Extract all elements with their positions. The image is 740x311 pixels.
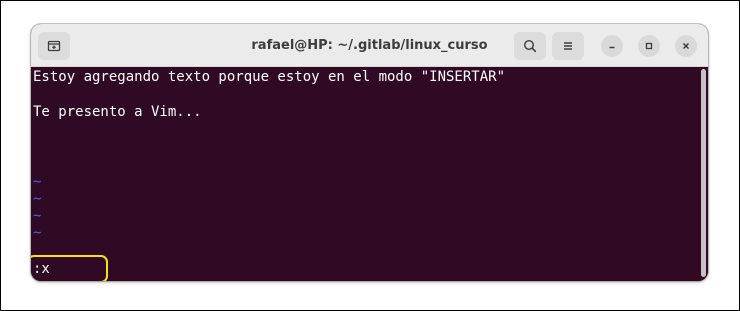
minimize-button[interactable]: [601, 35, 623, 57]
command-line[interactable]: :x: [33, 261, 50, 278]
search-button[interactable]: [514, 32, 546, 60]
terminal-area[interactable]: Estoy agregando texto porque estoy en el…: [31, 67, 708, 281]
empty-line-tilde: ~: [33, 225, 42, 241]
close-icon: [683, 43, 689, 49]
new-tab-button[interactable]: [38, 32, 70, 60]
empty-line-tilde: ~: [33, 174, 42, 190]
maximize-button[interactable]: [638, 35, 660, 57]
menu-button[interactable]: [552, 32, 584, 60]
terminal-window: rafael@HP: ~/.gitlab/linux_curso Estoy a…: [31, 24, 708, 281]
empty-line-tilde: ~: [33, 191, 42, 207]
close-button[interactable]: [675, 35, 697, 57]
new-tab-icon: [47, 40, 61, 52]
minimize-icon: [609, 46, 615, 49]
scrollbar[interactable]: [701, 69, 706, 277]
search-icon: [523, 39, 537, 53]
hamburger-menu-icon: [564, 42, 572, 50]
maximize-icon: [645, 42, 653, 50]
text-line: Estoy agregando texto porque estoy en el…: [33, 69, 506, 85]
empty-line-tilde: ~: [33, 208, 42, 224]
title-bar: rafael@HP: ~/.gitlab/linux_curso: [31, 24, 708, 67]
text-line: Te presento a Vim...: [33, 104, 202, 120]
